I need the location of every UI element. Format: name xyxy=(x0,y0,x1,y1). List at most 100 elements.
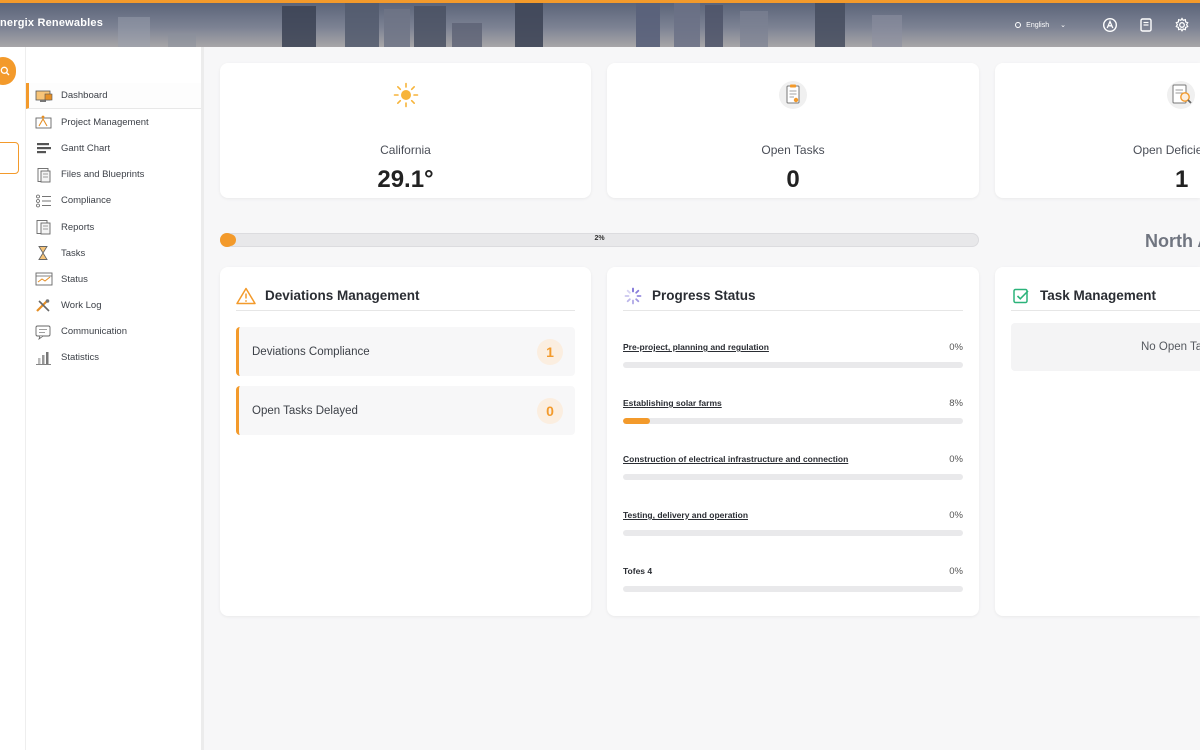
sidebar-item-label: Compliance xyxy=(61,195,112,207)
progress-row-name[interactable]: Pre-project, planning and regulation xyxy=(623,342,769,352)
panel-header: Progress Status xyxy=(623,281,963,311)
gantt-icon xyxy=(34,140,54,157)
stat-label: Open Tasks xyxy=(761,143,825,157)
progress-row-bar xyxy=(623,530,963,536)
overall-progress-bar: 2% xyxy=(220,233,979,247)
sidebar-item-label: Status xyxy=(61,273,88,285)
app-icon[interactable] xyxy=(1102,17,1118,33)
stat-label: California xyxy=(380,143,431,157)
warning-icon xyxy=(236,286,256,306)
progress-row-name[interactable]: Establishing solar farms xyxy=(623,398,722,408)
sidebar-item-gantt-chart[interactable]: Gantt Chart xyxy=(26,135,201,161)
panel-title: Deviations Management xyxy=(265,288,420,303)
tasks-icon xyxy=(34,245,54,262)
checkbox-icon xyxy=(1011,286,1031,306)
sidebar-item-label: Files and Blueprints xyxy=(61,169,145,181)
sidebar-item-label: Communication xyxy=(61,326,127,338)
compliance-icon xyxy=(34,192,54,209)
sidebar-item-label: Gantt Chart xyxy=(61,142,111,154)
progress-row-bar xyxy=(623,474,963,480)
deviation-label: Open Tasks Delayed xyxy=(252,404,358,417)
sidebar-item-label: Dashboard xyxy=(61,90,108,102)
stat-card-open-tasks: Open Tasks 0 xyxy=(607,63,979,198)
stat-card-open-deficiencies: Open Deficie 1 xyxy=(995,63,1200,198)
stat-card-weather: California 29.1° xyxy=(220,63,591,198)
main-content: California 29.1° Open Tasks 0 Open Defic… xyxy=(207,47,1200,750)
progress-row[interactable]: Testing, delivery and operation 0% xyxy=(623,510,963,540)
sidebar-item-label: Reports xyxy=(61,221,95,233)
panel-title: Progress Status xyxy=(652,288,756,303)
sidebar-item-status[interactable]: Status xyxy=(26,266,201,292)
progress-row-percent: 0% xyxy=(949,454,963,465)
progress-row-percent: 0% xyxy=(949,342,963,353)
empty-tasks-message: No Open Ta xyxy=(1011,323,1200,371)
sidebar-item-label: Work Log xyxy=(61,300,102,312)
files-icon xyxy=(34,166,54,183)
sidebar: Dashboard Project Management Gantt Chart… xyxy=(26,47,204,750)
stat-value: 1 xyxy=(1175,166,1189,193)
deviations-panel: Deviations Management Deviations Complia… xyxy=(220,267,591,616)
progress-row-bar xyxy=(623,586,963,592)
sidebar-item-work-log[interactable]: Work Log xyxy=(26,293,201,319)
overall-progress-text: 2% xyxy=(594,235,605,242)
deviation-count-badge: 0 xyxy=(537,397,563,424)
clipboard-icon xyxy=(777,79,809,111)
sidebar-item-project-management[interactable]: Project Management xyxy=(26,109,201,135)
task-management-panel: Task Management No Open Ta xyxy=(995,267,1200,616)
worklog-icon xyxy=(34,297,54,314)
progress-row[interactable]: Construction of electrical infrastructur… xyxy=(623,454,963,484)
sidebar-nav: Dashboard Project Management Gantt Chart… xyxy=(26,83,201,371)
progress-row-bar xyxy=(623,418,963,424)
gear-icon[interactable] xyxy=(1174,17,1190,33)
sidebar-item-communication[interactable]: Communication xyxy=(26,319,201,345)
progress-row-percent: 0% xyxy=(949,510,963,521)
language-label: English xyxy=(1026,21,1050,29)
deviation-label: Deviations Compliance xyxy=(252,345,370,358)
reports-icon xyxy=(34,219,54,236)
stat-value: 29.1° xyxy=(377,166,434,193)
stat-value: 0 xyxy=(786,166,800,193)
header-bar: nergix Renewables English ⌄ xyxy=(0,0,1200,47)
sun-icon xyxy=(390,79,422,111)
search-button[interactable] xyxy=(0,57,16,85)
globe-icon xyxy=(1015,22,1022,28)
progress-row[interactable]: Pre-project, planning and regulation 0% xyxy=(623,342,963,372)
loading-spinner-icon xyxy=(623,286,643,306)
deviation-row-compliance[interactable]: Deviations Compliance 1 xyxy=(236,327,575,376)
progress-row[interactable]: Establishing solar farms 8% xyxy=(623,398,963,428)
sidebar-item-tasks[interactable]: Tasks xyxy=(26,240,201,266)
chevron-down-icon: ⌄ xyxy=(1060,22,1066,29)
deviation-count-badge: 1 xyxy=(537,338,563,365)
project-icon xyxy=(34,114,54,131)
sidebar-item-compliance[interactable]: Compliance xyxy=(26,188,201,214)
panel-title: Task Management xyxy=(1040,288,1157,303)
progress-row-percent: 0% xyxy=(949,566,963,577)
sidebar-item-files-blueprints[interactable]: Files and Blueprints xyxy=(26,162,201,188)
sidebar-item-reports[interactable]: Reports xyxy=(26,214,201,240)
progress-row-fill xyxy=(623,418,651,424)
search-icon xyxy=(0,66,10,76)
left-rail xyxy=(0,47,26,750)
communication-icon xyxy=(34,323,54,340)
progress-row-bar xyxy=(623,362,963,368)
brand-name: nergix Renewables xyxy=(0,17,104,29)
sidebar-item-label: Statistics xyxy=(61,352,100,364)
rail-selected-item[interactable] xyxy=(0,142,19,174)
dashboard-icon xyxy=(34,87,54,104)
sidebar-item-dashboard[interactable]: Dashboard xyxy=(26,83,201,110)
book-icon[interactable] xyxy=(1138,17,1154,33)
progress-row-name[interactable]: Testing, delivery and operation xyxy=(623,510,748,520)
progress-row-name: Tofes 4 xyxy=(623,566,653,576)
region-label: North A xyxy=(1145,231,1200,251)
deviation-row-delayed[interactable]: Open Tasks Delayed 0 xyxy=(236,386,575,435)
magnifier-doc-icon xyxy=(1165,79,1197,111)
stat-label: Open Deficie xyxy=(1133,143,1200,157)
sidebar-item-statistics[interactable]: Statistics xyxy=(26,345,201,371)
language-selector[interactable]: English ⌄ xyxy=(1015,21,1066,29)
progress-row[interactable]: Tofes 4 0% xyxy=(623,566,963,596)
progress-row-name[interactable]: Construction of electrical infrastructur… xyxy=(623,454,848,464)
sidebar-item-label: Project Management xyxy=(61,116,149,128)
progress-row-percent: 8% xyxy=(949,398,963,409)
sidebar-item-label: Tasks xyxy=(61,247,86,259)
panel-header: Task Management xyxy=(1011,281,1200,311)
